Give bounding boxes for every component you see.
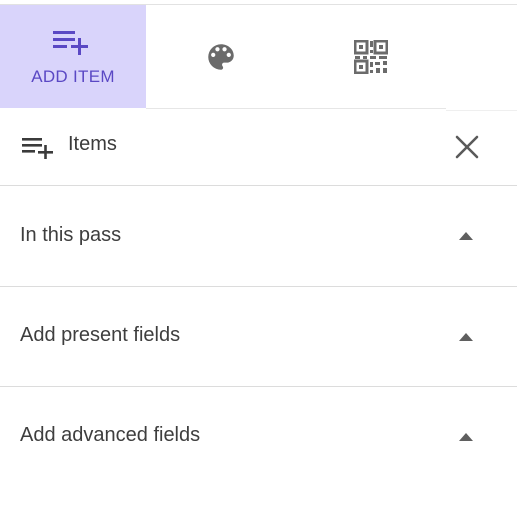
section-add-advanced-fields[interactable]: Add advanced fields (0, 387, 517, 487)
section-title: Add advanced fields (20, 424, 201, 446)
tab-add-item[interactable]: ADD ITEM (0, 5, 146, 108)
section-title: Add present fields (20, 324, 181, 346)
caret-up-icon (459, 433, 473, 441)
section-add-present-fields[interactable]: Add present fields (0, 287, 517, 387)
tab-style[interactable] (146, 5, 296, 108)
panel-title: Items (68, 133, 117, 155)
playlist-add-icon (53, 31, 88, 55)
caret-up-icon (459, 232, 473, 240)
tab-add-item-label: ADD ITEM (31, 67, 115, 86)
tab-bar: ADD ITEM (0, 5, 517, 108)
section-in-this-pass[interactable]: In this pass (0, 186, 517, 286)
tab-bar-divider (146, 108, 446, 109)
close-icon (455, 135, 479, 159)
palette-icon (208, 44, 234, 70)
section-title: In this pass (20, 224, 122, 246)
caret-up-icon (459, 333, 473, 341)
qr-code-icon (354, 40, 388, 74)
tab-qr-code[interactable] (296, 5, 446, 108)
close-button[interactable] (448, 128, 486, 166)
panel-header: Items (0, 110, 517, 186)
playlist-add-icon (22, 138, 53, 159)
